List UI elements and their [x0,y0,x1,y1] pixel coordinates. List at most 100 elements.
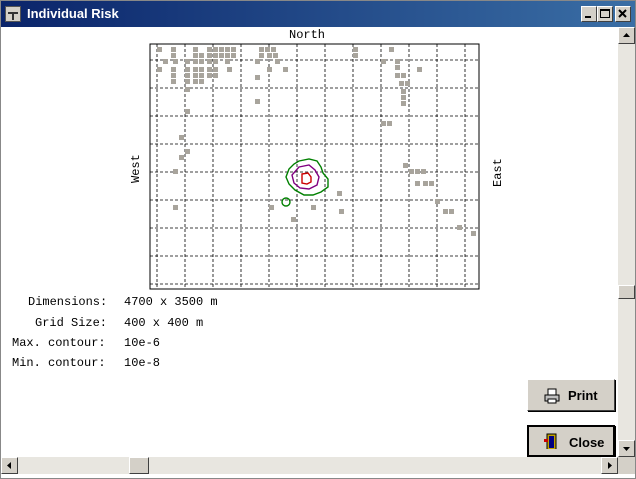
building-marker [185,79,190,84]
building-marker [225,59,230,64]
window-title: Individual Risk [27,6,119,21]
building-marker [225,53,230,58]
building-marker [395,59,400,64]
title-bar[interactable]: Individual Risk [1,1,635,27]
west-label: West [129,154,143,183]
building-marker [255,75,260,80]
print-button[interactable]: Print [527,379,615,411]
building-marker [429,181,434,186]
building-marker [207,59,212,64]
min-contour-value: 10e-8 [124,356,161,370]
building-marker [185,73,190,78]
building-marker [389,47,394,52]
building-marker [421,169,426,174]
building-marker [395,73,400,78]
minimize-button[interactable] [581,6,597,22]
building-marker [399,81,404,86]
building-marker [457,225,462,230]
minimize-icon [585,16,591,18]
building-marker [207,47,212,52]
printer-icon [544,388,560,404]
close-window-button[interactable] [615,6,631,22]
building-marker [213,47,218,52]
building-marker [219,53,224,58]
building-marker [207,53,212,58]
scroll-up-button[interactable] [618,27,635,44]
building-marker [381,59,386,64]
building-marker [415,181,420,186]
building-marker [415,169,420,174]
building-marker [171,67,176,72]
building-marker [173,169,178,174]
horizontal-scroll-thumb[interactable] [129,457,149,474]
building-marker [193,47,198,52]
building-marker [259,53,264,58]
building-marker [173,205,178,210]
north-label: North [289,28,326,42]
building-marker [403,163,408,168]
close-icon [618,9,627,18]
dimensions-label: Dimensions: [28,295,108,309]
app-icon[interactable] [5,6,21,22]
building-marker [179,135,184,140]
risk-grid [149,43,480,290]
building-marker [171,73,176,78]
scroll-down-button[interactable] [618,440,635,457]
client-area: North West East Dimensions: 4700 x 3500 … [1,27,635,478]
building-marker [423,181,428,186]
building-marker [193,53,198,58]
building-marker [207,73,212,78]
building-marker [255,59,260,64]
risk-plot [149,43,481,296]
building-marker [199,67,204,72]
building-marker [199,53,204,58]
building-marker [157,67,162,72]
building-marker [291,217,296,222]
building-marker [185,149,190,154]
building-marker [409,169,414,174]
building-marker [311,205,316,210]
east-label: East [491,158,505,187]
building-marker [449,209,454,214]
building-marker [199,59,204,64]
arrow-right-icon [608,462,612,469]
building-marker [157,47,162,52]
building-marker [231,47,236,52]
close-button[interactable]: Close [527,425,615,457]
building-marker [471,231,476,236]
building-marker [443,209,448,214]
vertical-scroll-thumb[interactable] [618,285,635,299]
building-marker [339,209,344,214]
scroll-right-button[interactable] [601,457,618,474]
building-marker [401,89,406,94]
building-marker [265,47,270,52]
building-marker [273,53,278,58]
building-marker [395,65,400,70]
max-contour-value: 10e-6 [124,336,161,350]
building-marker [401,73,406,78]
size-grip[interactable] [618,457,635,474]
building-marker [225,47,230,52]
building-marker [213,67,218,72]
building-marker [401,101,406,106]
building-marker [213,59,218,64]
horizontal-scrollbar[interactable] [1,457,618,474]
building-marker [179,155,184,160]
building-marker [199,73,204,78]
building-marker [193,79,198,84]
arrow-left-icon [7,462,11,469]
building-marker [171,79,176,84]
vertical-scrollbar[interactable] [618,27,635,457]
maximize-button[interactable] [597,6,613,22]
scroll-left-button[interactable] [1,457,18,474]
print-label: Print [568,388,598,403]
building-marker [199,79,204,84]
building-marker [231,53,236,58]
building-marker [401,95,406,100]
building-marker [275,59,280,64]
building-marker [185,87,190,92]
individual-risk-window: Individual Risk North West East Dimensio… [0,0,636,479]
building-marker [283,67,288,72]
close-label: Close [569,435,605,450]
building-marker [353,47,358,52]
